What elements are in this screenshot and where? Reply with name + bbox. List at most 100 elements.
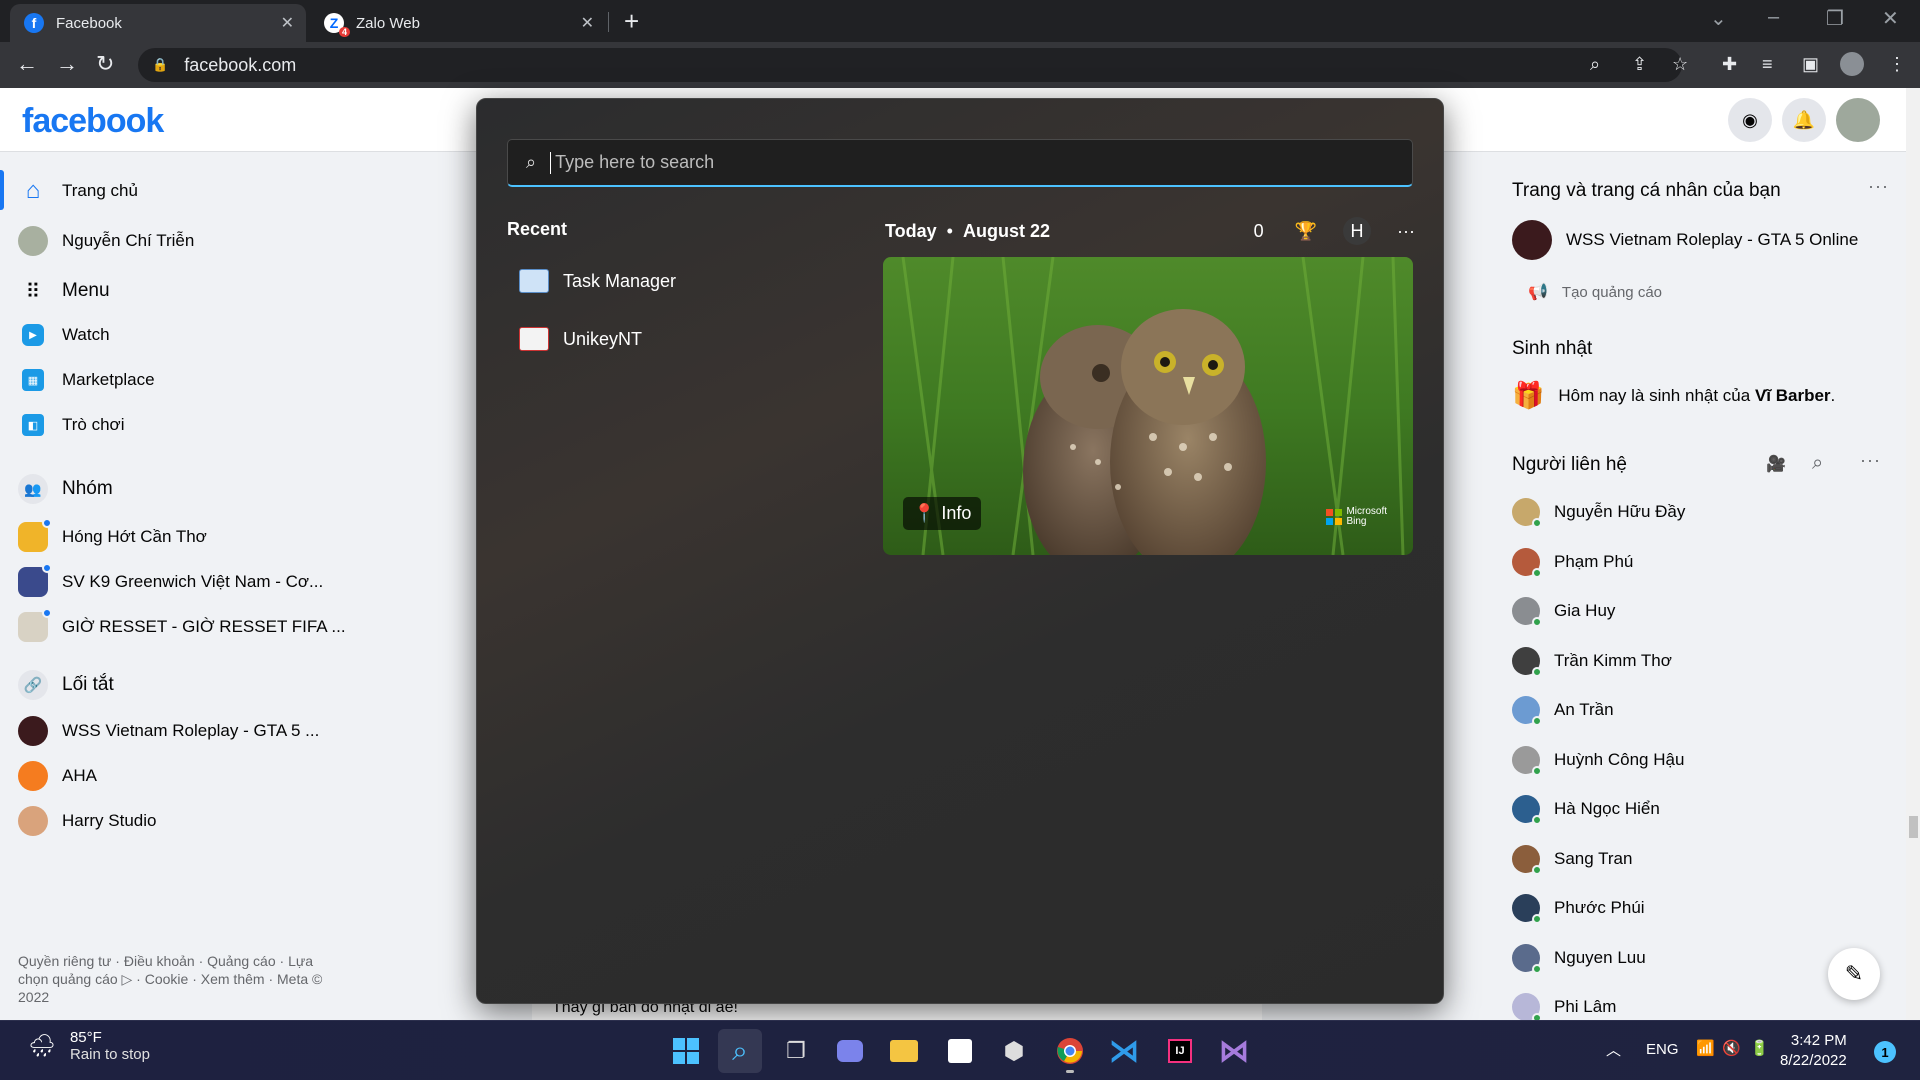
bookmark-star-icon[interactable]: ☆ [1672,54,1688,75]
close-tab-icon[interactable]: ✕ [281,13,294,33]
intellij-button[interactable]: IJ [1158,1029,1202,1073]
birthday-item[interactable]: 🎁 Hôm nay là sinh nhật của Vĩ Barber. [1512,380,1835,411]
contact-item[interactable]: Gia Huy [1512,597,1615,627]
contact-item[interactable]: Huỳnh Công Hậu [1512,746,1684,776]
contact-item[interactable]: Nguyễn Hữu Đầy [1512,498,1685,528]
sidebar-item-groups[interactable]: 👥 Nhóm [18,474,113,504]
extensions-icon[interactable]: ✚ [1722,54,1737,75]
battery-icon[interactable]: 🔋 [1750,1039,1769,1057]
microsoft-store-button[interactable] [938,1029,982,1073]
more-options-icon[interactable]: ··· [1397,221,1415,242]
language-indicator[interactable]: ENG [1646,1041,1679,1058]
bing-daily-image[interactable]: 📍 Info Microsoft Bing [883,257,1413,555]
volume-muted-icon[interactable]: 🔇 [1722,1039,1741,1057]
contact-name: An Trần [1554,700,1614,719]
back-icon[interactable]: ← [16,51,38,77]
contact-item[interactable]: Phạm Phú [1512,548,1633,578]
tab-search-icon[interactable]: ⌄ [1710,6,1727,31]
weather-widget[interactable]: 🌧 85°F Rain to stop [28,1029,150,1063]
side-panel-icon[interactable]: ▣ [1802,54,1819,75]
online-indicator [1532,667,1542,677]
recent-item-task-manager[interactable]: Task Manager [519,269,676,293]
sidebar-item-shortcut[interactable]: Harry Studio [18,806,156,836]
reload-icon[interactable]: ↻ [96,51,114,77]
sidebar-item-profile[interactable]: Nguyễn Chí Triễn [18,226,194,256]
search-box[interactable]: ⌕ [507,139,1413,187]
more-options-icon[interactable]: ··· [1860,450,1881,471]
chrome-menu-icon[interactable]: ⋮ [1888,54,1906,75]
contact-item[interactable]: Phi Lâm [1512,993,1616,1023]
search-contacts-icon[interactable]: ⌕ [1812,452,1824,475]
minimize-icon[interactable]: – [1768,6,1779,29]
start-button[interactable] [664,1029,708,1073]
info-button[interactable]: 📍 Info [903,497,982,530]
recent-item-unikey[interactable]: UnikeyNT [519,327,642,351]
clock[interactable]: 3:42 PM 8/22/2022 [1780,1031,1847,1071]
rewards-points[interactable]: 0 🏆 [1228,221,1317,242]
page-scrollbar[interactable] [1906,88,1920,1020]
zoom-icon[interactable]: ⌕ [1590,54,1600,75]
sidebar-item-group[interactable]: Hóng Hớt Cần Thơ [18,518,207,552]
today-label: Today [885,220,937,241]
wifi-icon[interactable]: 📶 [1696,1039,1715,1057]
more-options-icon[interactable]: ··· [1868,176,1889,197]
scrollbar-thumb[interactable] [1909,816,1918,838]
video-call-icon[interactable]: 🎥 [1766,454,1787,474]
contact-name: Trần Kimm Thơ [1554,651,1672,670]
notification-count-badge[interactable]: 1 [1874,1041,1896,1063]
unity-hub-button[interactable]: ⬢ [992,1029,1036,1073]
footer-links[interactable]: Quyền riêng tư · Điều khoản · Quảng cáo … [18,952,338,1006]
sidebar-item-watch[interactable]: ▶ Watch [18,324,110,346]
taskbar-search-button[interactable]: ⌕ [718,1029,762,1073]
sidebar-item-shortcut[interactable]: AHA [18,761,97,791]
sidebar-item-group[interactable]: GIỜ RESSET - GIỜ RESSET FIFA ... [18,608,346,642]
notifications-bell-icon[interactable]: 🔔 [1782,98,1826,142]
contact-item[interactable]: Sang Tran [1512,845,1632,875]
teams-chat-button[interactable] [828,1029,872,1073]
new-tab-icon[interactable]: + [624,6,639,37]
account-avatar[interactable] [1836,98,1880,142]
sidebar-item-games[interactable]: ◧ Trò chơi [18,414,124,436]
managed-page-item[interactable]: WSS Vietnam Roleplay - GTA 5 Online [1512,220,1858,260]
visual-studio-button[interactable]: ⋈ [1212,1029,1256,1073]
online-indicator [1532,716,1542,726]
messenger-icon[interactable]: ◉ [1728,98,1772,142]
group-avatar [18,518,52,552]
rain-icon: 🌧 [28,1033,56,1058]
birthday-name[interactable]: Vĩ Barber [1755,386,1831,405]
contact-item[interactable]: An Trần [1512,696,1614,726]
sidebar-item-shortcut[interactable]: WSS Vietnam Roleplay - GTA 5 ... [18,716,319,746]
sidebar-item-menu[interactable]: ⠿ Menu [18,276,110,306]
contact-item[interactable]: Hà Ngọc Hiển [1512,795,1660,825]
chrome-button[interactable] [1048,1029,1092,1073]
contact-item[interactable]: Nguyen Luu [1512,944,1646,974]
vscode-button[interactable]: ⋊ [1102,1029,1146,1073]
close-tab-icon[interactable]: ✕ [581,13,594,33]
task-view-button[interactable]: ❐ [774,1029,818,1073]
search-input[interactable] [553,151,1334,174]
facebook-logo[interactable]: facebook [22,102,164,141]
sidebar-item-group[interactable]: SV K9 Greenwich Việt Nam - Cơ... [18,563,323,597]
address-bar[interactable]: 🔒 facebook.com [138,48,1682,82]
media-control-icon[interactable]: ≡ [1762,54,1773,75]
profile-avatar-icon[interactable] [1840,52,1864,76]
contact-item[interactable]: Trần Kimm Thơ [1512,647,1672,677]
close-window-icon[interactable]: ✕ [1882,6,1899,31]
sidebar-item-marketplace[interactable]: ▦ Marketplace [18,369,155,391]
share-icon[interactable]: ⇪ [1632,54,1647,75]
user-initial-button[interactable]: H [1343,217,1372,245]
show-hidden-icons-chevron-icon[interactable]: ︿ [1606,1039,1621,1060]
forward-icon[interactable]: → [56,51,78,77]
tab-zalo[interactable]: Z4 Zalo Web ✕ [310,4,606,42]
page-avatar [18,806,48,836]
sidebar-item-home[interactable]: ⌂ Trang chủ [18,176,138,206]
tab-facebook[interactable]: f Facebook ✕ [10,4,306,42]
birthday-prefix: Hôm nay là sinh nhật của [1558,385,1755,405]
contact-item[interactable]: Phước Phúi [1512,894,1645,924]
new-message-button[interactable]: ✎ [1828,948,1880,1000]
create-ad-link[interactable]: 📢 Tạo quảng cáo [1528,282,1662,302]
sidebar-item-shortcuts[interactable]: 🔗 Lối tắt [18,670,114,700]
vscode-icon: ⋊ [1109,1034,1139,1068]
restore-icon[interactable]: ❐ [1826,6,1844,31]
file-explorer-button[interactable] [882,1029,926,1073]
